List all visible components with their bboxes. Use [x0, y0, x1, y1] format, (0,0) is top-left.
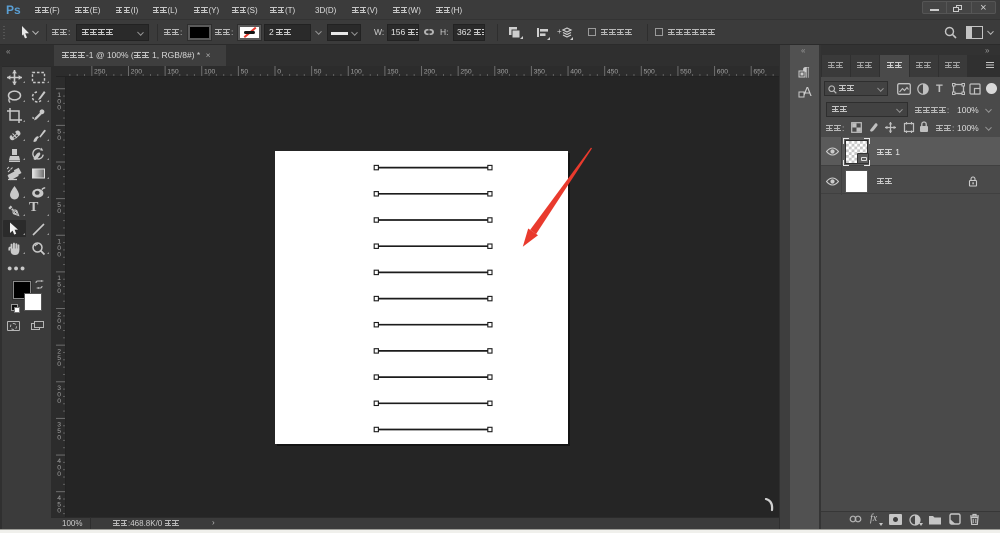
svg-text:0: 0 [277, 69, 281, 76]
svg-text:250: 250 [94, 69, 106, 76]
svg-text:200: 200 [131, 69, 143, 76]
svg-text:0: 0 [57, 471, 61, 478]
svg-text:550: 550 [680, 69, 692, 76]
svg-text:0: 0 [57, 434, 61, 441]
svg-text:0: 0 [57, 251, 61, 258]
svg-text:0: 0 [57, 361, 61, 368]
svg-text:500: 500 [644, 69, 656, 76]
svg-text:0: 0 [57, 165, 61, 172]
svg-text:50: 50 [241, 69, 249, 76]
svg-text:0: 0 [57, 325, 61, 332]
svg-text:0: 0 [57, 508, 61, 515]
svg-text:200: 200 [424, 69, 436, 76]
svg-text:450: 450 [607, 69, 619, 76]
svg-text:100: 100 [350, 69, 362, 76]
svg-text:+: + [557, 27, 562, 36]
svg-text:400: 400 [570, 69, 582, 76]
svg-text:0: 0 [57, 288, 61, 295]
svg-text:0: 0 [57, 105, 61, 112]
svg-text:0: 0 [57, 135, 61, 142]
svg-text:0: 0 [57, 208, 61, 215]
svg-text:300: 300 [497, 69, 509, 76]
svg-text:150: 150 [167, 69, 179, 76]
svg-text:350: 350 [534, 69, 546, 76]
svg-text:150: 150 [387, 69, 399, 76]
svg-text:600: 600 [717, 69, 729, 76]
svg-text:50: 50 [314, 69, 322, 76]
svg-text:0: 0 [57, 398, 61, 405]
svg-text:650: 650 [753, 69, 765, 76]
svg-text:100: 100 [204, 69, 216, 76]
svg-text:250: 250 [460, 69, 472, 76]
